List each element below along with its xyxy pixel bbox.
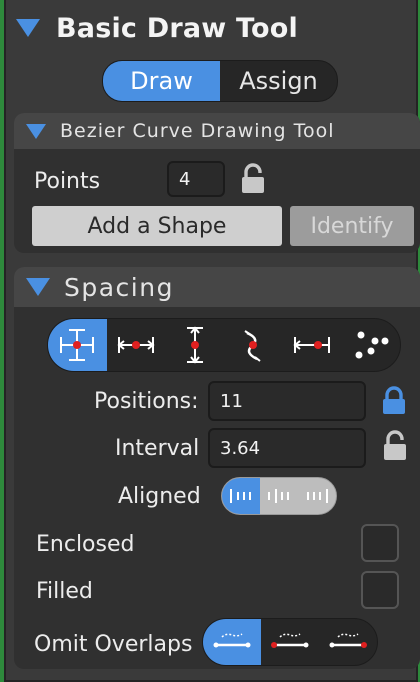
mode-toggle: Draw Assign — [102, 60, 338, 102]
unlocked-padlock-icon[interactable] — [382, 430, 408, 462]
fixed-span-mode[interactable] — [283, 319, 342, 371]
enclosed-checkbox[interactable] — [361, 524, 399, 562]
omit-none-option[interactable] — [203, 619, 261, 665]
scatter-dots-icon — [355, 331, 389, 359]
align-center-icon — [268, 489, 289, 503]
panel-header[interactable]: Basic Draw Tool — [16, 8, 298, 48]
positions-label: Positions: — [94, 389, 199, 414]
align-start-icon — [230, 489, 251, 503]
omit-end-icon — [329, 633, 367, 648]
enclosed-label: Enclosed — [36, 532, 135, 557]
filled-label: Filled — [36, 579, 93, 604]
align-center-option[interactable] — [260, 478, 298, 514]
curve-segment-icon — [244, 330, 261, 362]
interval-label: Interval — [115, 436, 200, 461]
bezier-section: Bezier Curve Drawing Tool Points 4 Add a… — [14, 113, 420, 253]
horizontal-span-mode[interactable] — [107, 319, 166, 371]
interval-field[interactable]: 3.64 — [208, 428, 366, 468]
align-end-option[interactable] — [298, 478, 336, 514]
add-shape-button[interactable]: Add a Shape — [32, 206, 282, 246]
vertical-span-mode[interactable] — [165, 319, 224, 371]
identify-button[interactable]: Identify — [290, 206, 414, 246]
tab-assign[interactable]: Assign — [220, 61, 337, 101]
omit-end-option[interactable] — [319, 619, 377, 665]
tab-draw[interactable]: Draw — [103, 61, 220, 101]
draw-tool-panel: Basic Draw Tool Draw Assign Bezier Curve… — [4, 0, 420, 682]
scatter-dots-mode[interactable] — [341, 319, 400, 371]
locked-padlock-icon[interactable] — [380, 386, 408, 416]
vertical-span-icon — [186, 326, 203, 364]
panel-title: Basic Draw Tool — [56, 12, 299, 44]
omit-start-option[interactable] — [261, 619, 319, 665]
bezier-section-header[interactable]: Bezier Curve Drawing Tool — [14, 113, 420, 149]
spacing-mode-selector — [47, 318, 401, 372]
aligned-label: Aligned — [118, 484, 201, 509]
omit-start-icon — [271, 633, 309, 648]
horizontal-span-icon — [117, 337, 155, 353]
unlocked-padlock-icon[interactable] — [240, 163, 266, 195]
curve-segment-mode[interactable] — [224, 319, 283, 371]
points-label: Points — [34, 169, 101, 194]
omit-none-icon — [213, 633, 251, 648]
align-start-option[interactable] — [222, 478, 260, 514]
filled-checkbox[interactable] — [361, 571, 399, 609]
spacing-section-header[interactable]: Spacing — [14, 267, 420, 307]
spacing-section-title: Spacing — [64, 272, 174, 302]
fit-both-icon — [60, 329, 95, 361]
align-end-icon — [307, 489, 328, 503]
triangle-down-icon[interactable] — [26, 123, 46, 139]
points-field[interactable]: 4 — [167, 161, 225, 197]
fixed-span-icon — [293, 337, 331, 353]
triangle-down-icon[interactable] — [26, 278, 50, 296]
aligned-selector — [221, 477, 337, 515]
fit-both-mode[interactable] — [48, 319, 107, 371]
omit-overlaps-selector — [202, 618, 378, 666]
bezier-section-title: Bezier Curve Drawing Tool — [60, 120, 335, 142]
omit-overlaps-label: Omit Overlaps — [34, 632, 193, 657]
positions-field[interactable]: 11 — [208, 381, 366, 421]
triangle-down-icon[interactable] — [16, 19, 40, 37]
